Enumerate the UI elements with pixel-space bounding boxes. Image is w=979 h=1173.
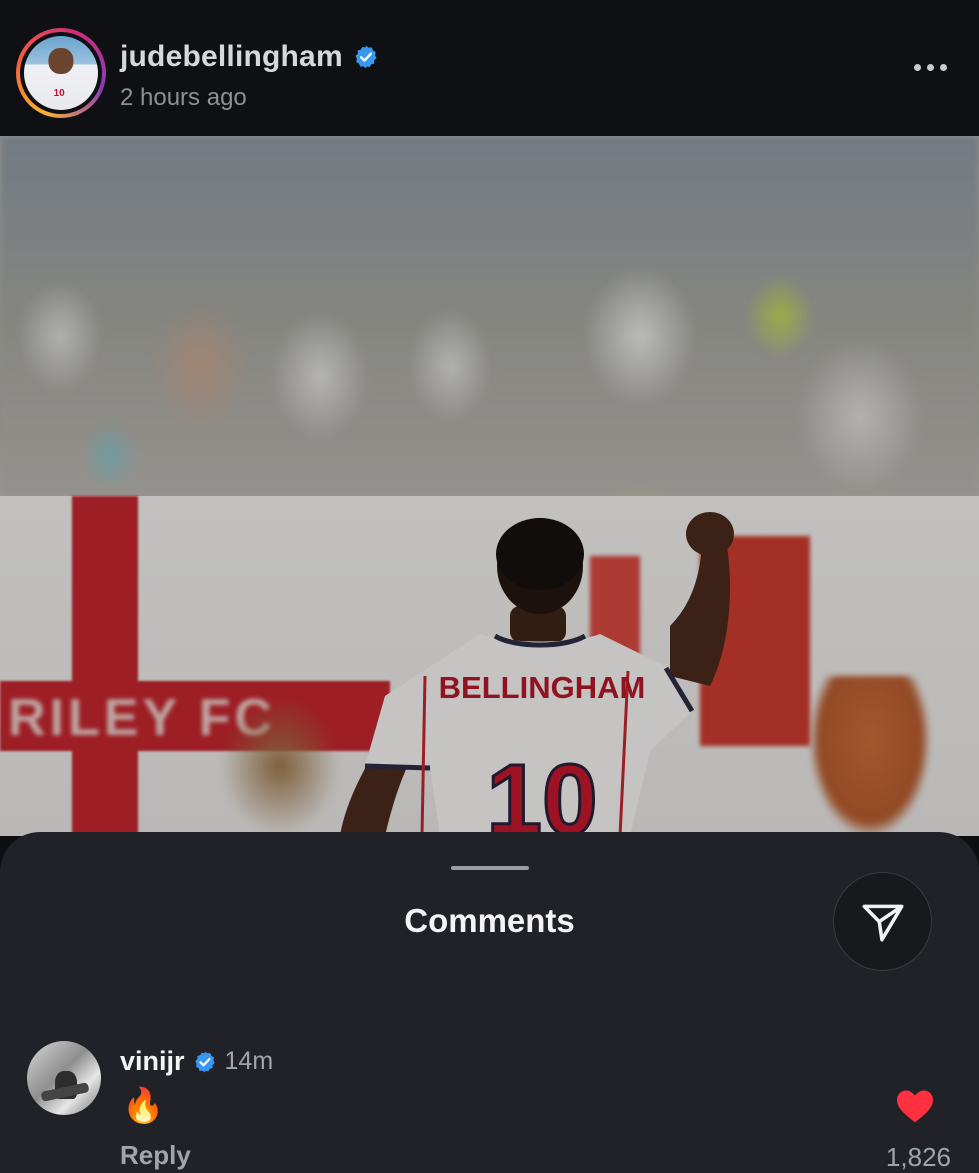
like-count: 1,826	[885, 1142, 951, 1172]
comment-item: vinijr 14m 🔥 Reply 1,826	[0, 1038, 979, 1173]
dot-icon	[914, 64, 921, 71]
post-author-avatar[interactable]: 10	[16, 28, 106, 118]
dot-icon	[927, 64, 934, 71]
heart-icon[interactable]	[895, 1088, 935, 1124]
post-timestamp: 2 hours ago	[120, 84, 247, 111]
commenter-avatar[interactable]	[27, 1041, 101, 1115]
post-author-username[interactable]: judebellingham	[120, 40, 343, 74]
avatar-shirt-number: 10	[53, 87, 65, 99]
verified-badge-icon	[194, 1051, 215, 1072]
post-photo[interactable]: RILEY FC BELLINGHAM 10	[0, 136, 979, 836]
post-header: 10 judebellingham 2 hours ago	[0, 0, 979, 136]
dot-icon	[940, 64, 947, 71]
sheet-drag-handle[interactable]	[451, 866, 529, 870]
verified-badge-icon	[355, 45, 377, 69]
instagram-post-screen: 10 judebellingham 2 hours ago RILEY FC B…	[0, 0, 979, 1173]
comment-text: 🔥	[122, 1087, 165, 1125]
photo-dim-overlay	[0, 136, 979, 836]
comments-sheet: Comments vinijr 14m 🔥 Reply 1,826	[0, 832, 979, 1173]
comment-time: 14m	[224, 1047, 274, 1075]
commenter-username[interactable]: vinijr	[120, 1046, 185, 1077]
share-button[interactable]	[833, 872, 932, 971]
more-options-button[interactable]	[914, 64, 947, 71]
reply-button[interactable]: Reply	[120, 1140, 191, 1171]
send-icon	[861, 904, 904, 941]
